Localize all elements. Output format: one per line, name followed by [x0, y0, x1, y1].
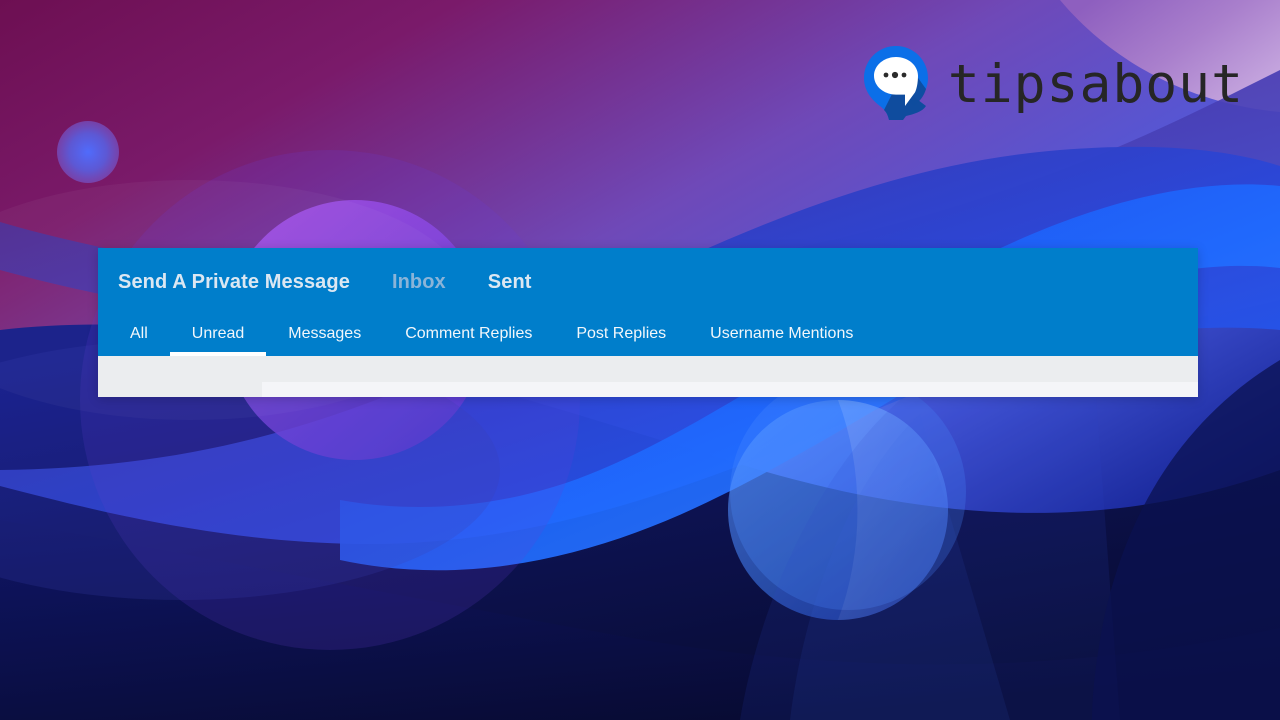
- tab-unread[interactable]: Unread: [169, 316, 267, 356]
- chat-bubble-pin-icon: [862, 44, 930, 124]
- tab-post-replies[interactable]: Post Replies: [554, 316, 688, 356]
- private-message-panel: Send A Private Message Inbox Sent All Un…: [98, 248, 1198, 397]
- pm-list-row-placeholder: [262, 382, 1198, 397]
- tab-comment-replies[interactable]: Comment Replies: [383, 316, 554, 356]
- send-private-message-link[interactable]: Send A Private Message: [118, 271, 350, 294]
- site-logo[interactable]: tipsabout: [862, 44, 1244, 124]
- pm-filter-tabs: All Unread Messages Comment Replies Post…: [98, 316, 1198, 356]
- tab-messages[interactable]: Messages: [266, 316, 383, 356]
- decorative-circle-small: [57, 121, 119, 183]
- brand-wordmark: tipsabout: [947, 53, 1244, 115]
- inbox-link[interactable]: Inbox: [392, 271, 446, 294]
- tab-username-mentions[interactable]: Username Mentions: [688, 316, 875, 356]
- tab-all[interactable]: All: [108, 316, 170, 356]
- pm-message-list: [98, 356, 1198, 397]
- sent-link[interactable]: Sent: [488, 271, 532, 294]
- pm-panel-header: Send A Private Message Inbox Sent All Un…: [98, 248, 1198, 356]
- pm-title-bar: Send A Private Message Inbox Sent: [98, 248, 1198, 316]
